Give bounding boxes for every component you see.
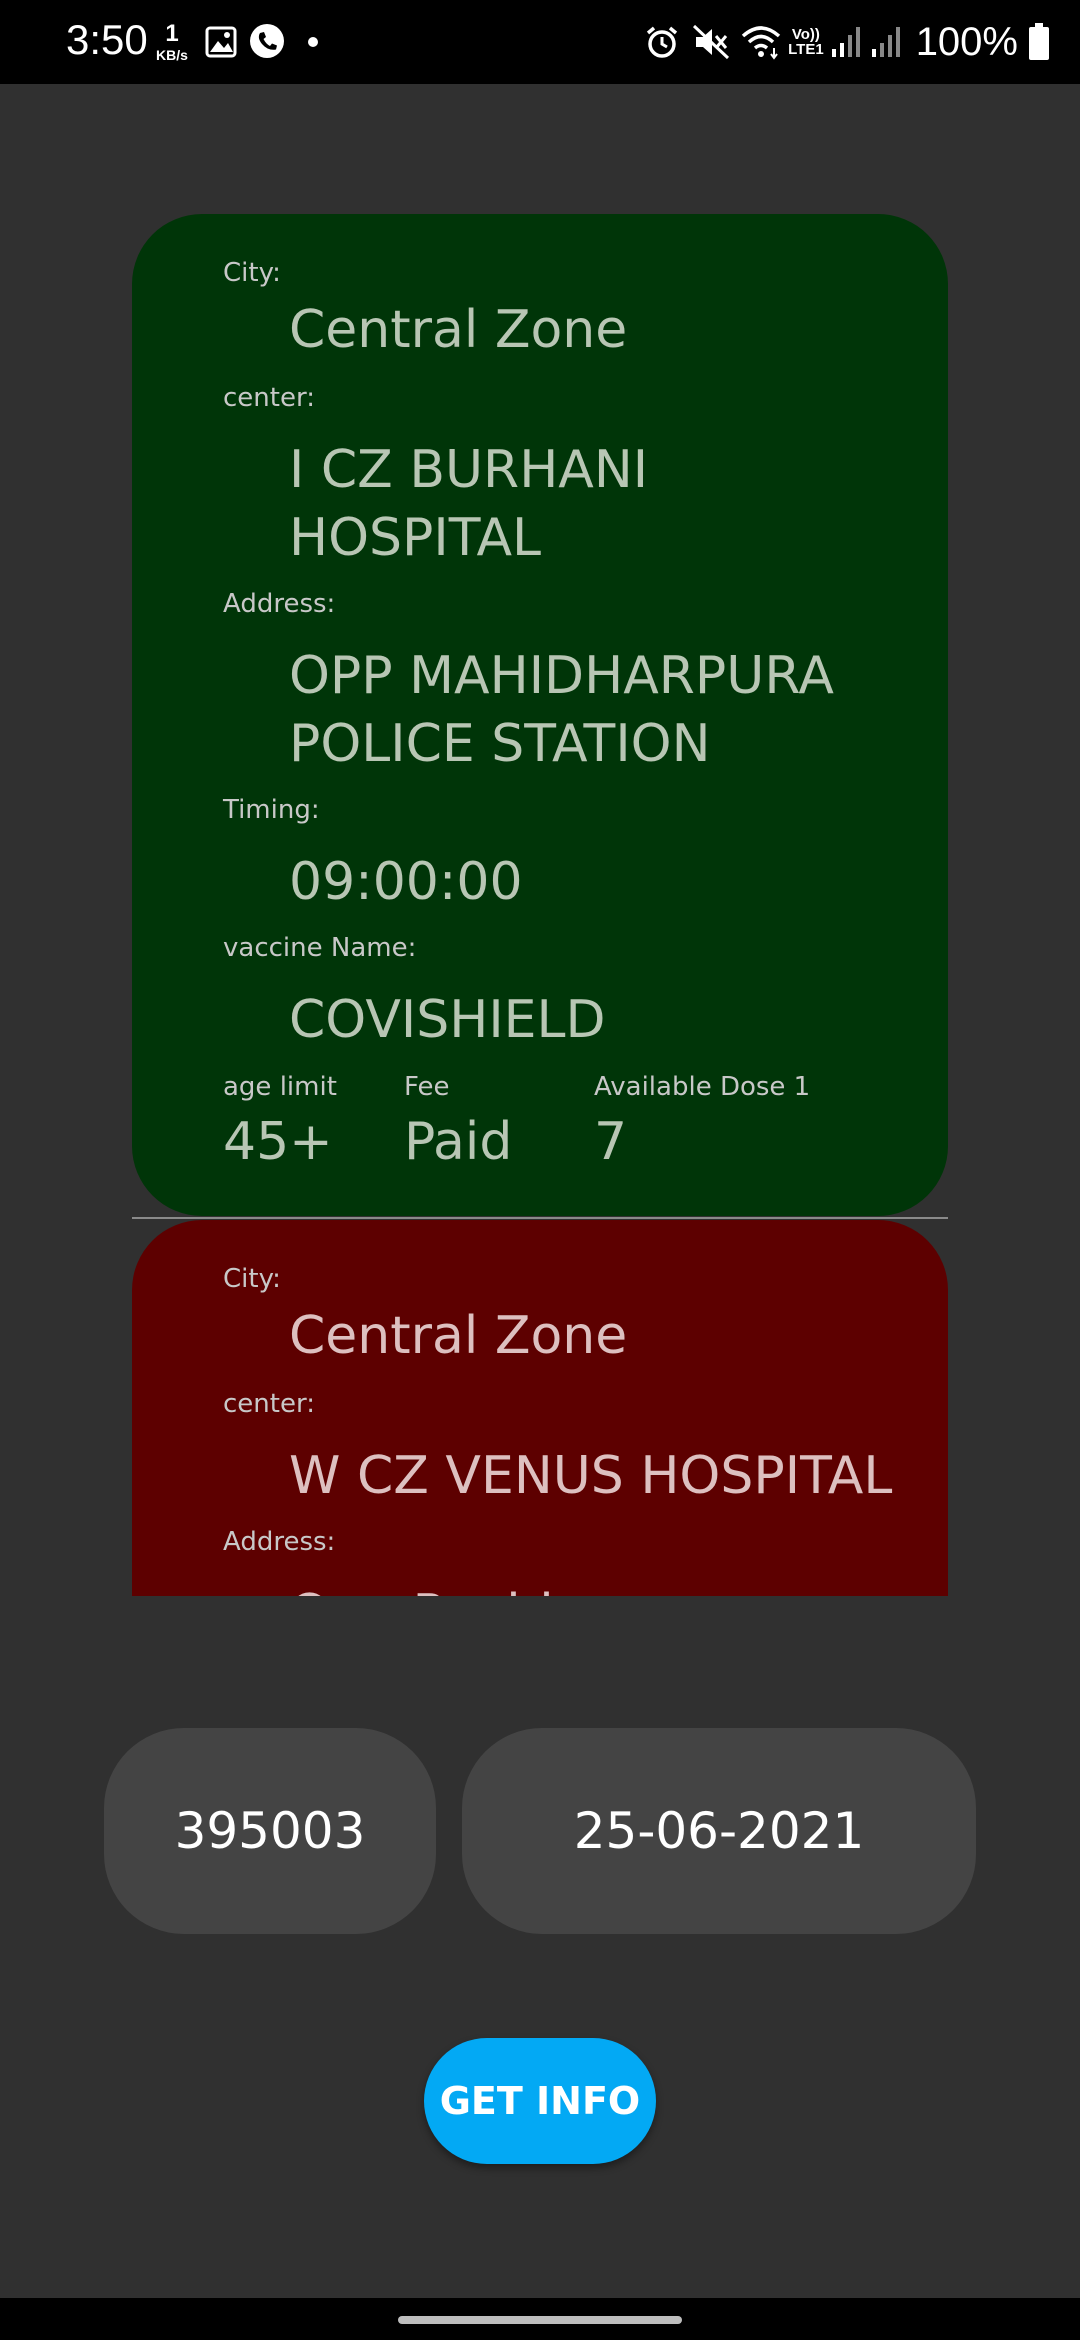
city-label: City: xyxy=(223,258,281,288)
battery-icon xyxy=(1029,23,1049,60)
alarm-icon xyxy=(647,26,678,58)
address-label: Address: xyxy=(223,1527,336,1557)
whatsapp-call-icon xyxy=(250,24,284,58)
center-label: center: xyxy=(223,1389,315,1419)
available-dose-value: 7 xyxy=(594,1112,628,1172)
pincode-input[interactable] xyxy=(104,1728,436,1934)
list-divider xyxy=(132,1217,948,1219)
vaccine-center-list[interactable]: City: Central Zone center: I CZ BURHANI … xyxy=(132,214,948,1596)
network-speed: 1 KB/s xyxy=(156,20,188,63)
fee-value: Paid xyxy=(404,1112,513,1172)
dot-icon xyxy=(308,37,318,47)
center-label: center: xyxy=(223,383,315,413)
address-label: Address: xyxy=(223,589,336,619)
mute-icon xyxy=(693,24,730,60)
center-name-line: W CZ VENUS HOSPITAL xyxy=(289,1446,893,1506)
address-line: Opp Rushi xyxy=(289,1580,554,1596)
age-limit-label: age limit xyxy=(223,1072,337,1102)
age-limit-value: 45+ xyxy=(223,1112,333,1172)
navigation-bar xyxy=(0,2298,1080,2340)
get-info-button[interactable]: GET INFO xyxy=(424,2038,656,2164)
city-value: Central Zone xyxy=(289,1306,628,1366)
timing-label: Timing: xyxy=(223,795,320,825)
status-bar: 3:50 1 KB/s Vo)) LTE1 100% xyxy=(0,0,1080,84)
timing-value: 09:00:00 xyxy=(289,852,523,912)
center-name-line: HOSPITAL xyxy=(289,508,542,568)
address-line: OPP MAHIDHARPURA xyxy=(289,646,834,706)
vaccine-value: COVISHIELD xyxy=(289,990,606,1050)
city-label: City: xyxy=(223,1264,281,1294)
vaccine-label: vaccine Name: xyxy=(223,933,417,963)
date-input[interactable] xyxy=(462,1728,976,1934)
signal-icon xyxy=(831,27,860,57)
center-card[interactable]: City: Central Zone center: I CZ BURHANI … xyxy=(132,214,948,1216)
volte-indicator: Vo)) LTE1 xyxy=(788,26,824,58)
signal-icon xyxy=(871,27,900,57)
city-value: Central Zone xyxy=(289,300,628,360)
fee-label: Fee xyxy=(404,1072,450,1102)
address-line: POLICE STATION xyxy=(289,714,711,774)
status-time: 3:50 xyxy=(66,16,148,63)
wifi-icon xyxy=(741,26,781,60)
app-content: City: Central Zone center: I CZ BURHANI … xyxy=(0,84,1080,2298)
center-card[interactable]: City: Central Zone center: W CZ VENUS HO… xyxy=(132,1220,948,1596)
available-dose-label: Available Dose 1 xyxy=(594,1072,811,1102)
status-icons: Vo)) LTE1 100% xyxy=(644,16,1050,68)
battery-percent: 100% xyxy=(915,19,1018,64)
center-name-line: I CZ BURHANI xyxy=(289,440,649,500)
image-icon xyxy=(205,26,237,58)
home-gesture-handle[interactable] xyxy=(398,2316,682,2324)
